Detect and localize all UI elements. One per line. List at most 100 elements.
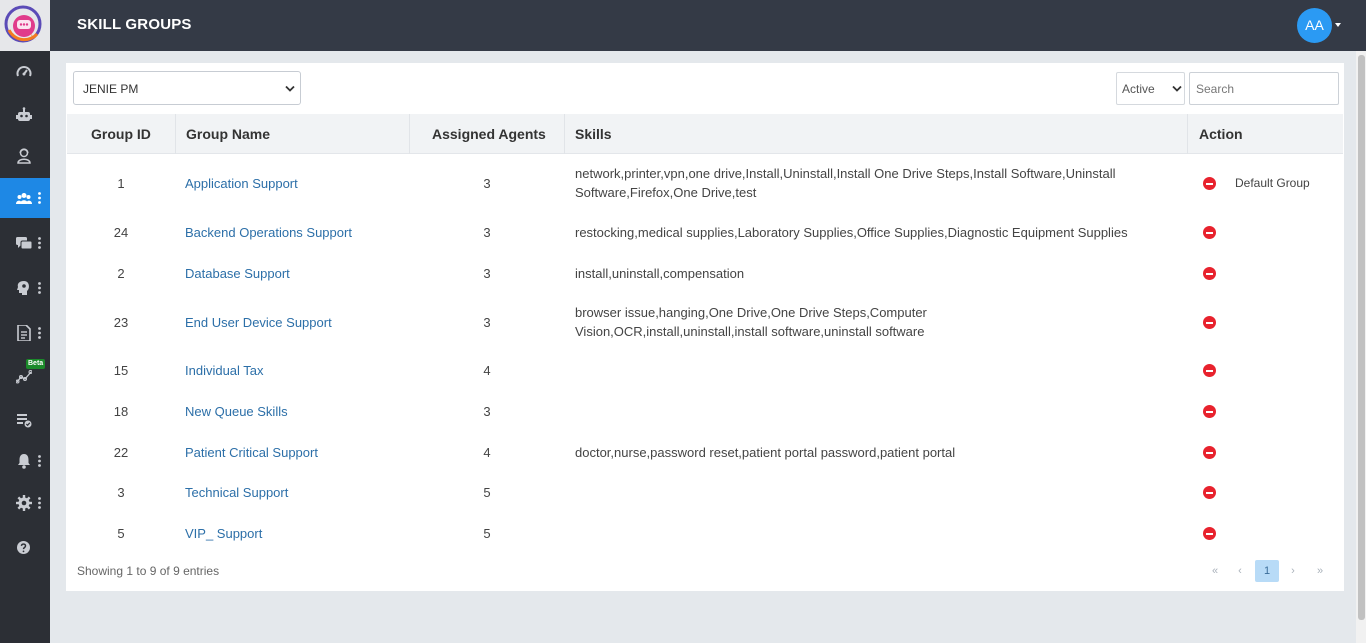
assigned-agents: 4 (483, 363, 491, 378)
sidebar-item-help[interactable] (0, 528, 50, 568)
question-icon (17, 541, 30, 554)
sidebar-item-agents[interactable] (0, 136, 50, 176)
group-name-link[interactable]: New Queue Skills (185, 402, 288, 421)
graph-icon (16, 370, 32, 384)
scrollbar-thumb[interactable] (1358, 55, 1365, 620)
remove-group-icon[interactable] (1203, 177, 1216, 190)
remove-group-icon[interactable] (1203, 486, 1216, 499)
more-menu-icon[interactable] (38, 497, 41, 509)
remove-group-icon[interactable] (1203, 364, 1216, 377)
remove-group-icon[interactable] (1203, 316, 1216, 329)
group-id: 24 (113, 225, 129, 240)
chevron-down-icon (285, 85, 295, 92)
group-name-link[interactable]: End User Device Support (185, 313, 332, 332)
speedometer-icon (16, 66, 32, 77)
bell-icon (18, 454, 30, 469)
group-name-link[interactable]: Patient Critical Support (185, 443, 318, 462)
pagination-previous[interactable]: ‹ (1228, 560, 1252, 582)
group-name-link[interactable]: Database Support (185, 264, 290, 283)
column-header-skills[interactable]: Skills (575, 114, 612, 154)
remove-group-icon[interactable] (1203, 226, 1216, 239)
sidebar-item-knowledge[interactable] (0, 268, 50, 308)
pagination-page-1[interactable]: 1 (1255, 560, 1279, 582)
assigned-agents: 3 (483, 315, 491, 330)
sidebar-item-skill-groups[interactable] (0, 178, 50, 218)
column-header-assigned-agents[interactable]: Assigned Agents (432, 114, 546, 154)
sidebar: Beta (0, 0, 50, 643)
table-info: Showing 1 to 9 of 9 entries (77, 564, 220, 578)
document-icon (17, 325, 31, 341)
group-id: 18 (113, 404, 129, 419)
page-title: SKILL GROUPS (77, 16, 192, 33)
search-input[interactable] (1189, 72, 1339, 105)
group-name-link[interactable]: Application Support (185, 174, 298, 193)
sidebar-item-conversations[interactable] (0, 223, 50, 263)
remove-group-icon[interactable] (1203, 405, 1216, 418)
remove-group-icon[interactable] (1203, 446, 1216, 459)
user-avatar[interactable]: AA (1297, 8, 1332, 43)
group-name-link[interactable]: Individual Tax (185, 361, 264, 380)
agent-icon (17, 148, 31, 164)
pagination-next[interactable]: › (1281, 560, 1305, 582)
group-name-link[interactable]: VIP_ Support (185, 524, 262, 543)
group-id: 15 (113, 363, 129, 378)
group-id: 23 (113, 315, 129, 330)
more-menu-icon[interactable] (38, 327, 41, 339)
sidebar-item-dashboard[interactable] (0, 52, 50, 92)
more-menu-icon[interactable] (38, 455, 41, 467)
group-name-link[interactable]: Technical Support (185, 483, 288, 502)
app-logo[interactable] (0, 0, 50, 51)
top-bar: SKILL GROUPS AA (50, 0, 1366, 51)
group-id: 1 (117, 176, 125, 191)
sidebar-item-reports[interactable] (0, 313, 50, 353)
users-group-icon (16, 193, 32, 204)
more-menu-icon[interactable] (38, 237, 41, 249)
group-id: 2 (117, 266, 125, 281)
more-menu-icon[interactable] (38, 192, 41, 204)
sidebar-item-notifications[interactable] (0, 441, 50, 481)
assigned-agents: 5 (483, 526, 491, 541)
column-divider (1187, 114, 1188, 154)
skill-groups-card: JENIE PM Active Group ID Group Name Assi… (66, 63, 1344, 591)
remove-group-icon[interactable] (1203, 527, 1216, 540)
assigned-agents: 3 (483, 176, 491, 191)
gear-icon (16, 495, 32, 511)
sidebar-item-tasks[interactable] (0, 400, 50, 440)
column-divider (564, 114, 565, 154)
skills-list: install,uninstall,compensation (575, 266, 745, 281)
group-id: 22 (113, 445, 129, 460)
logo-icon (4, 5, 42, 43)
group-name-link[interactable]: Backend Operations Support (185, 223, 352, 242)
chat-icon (16, 237, 32, 250)
list-check-icon (17, 414, 32, 428)
caret-down-icon[interactable] (1335, 23, 1341, 27)
skills-list: browser issue,hanging,One Drive,One Driv… (575, 305, 927, 339)
pagination-last[interactable]: » (1308, 560, 1332, 582)
chevron-down-icon (1172, 85, 1182, 92)
assigned-agents: 3 (483, 266, 491, 281)
skills-list: doctor,nurse,password reset,patient port… (575, 445, 956, 460)
remove-group-icon[interactable] (1203, 267, 1216, 280)
more-menu-icon[interactable] (38, 282, 41, 294)
skills-list: network,printer,vpn,one drive,Install,Un… (575, 166, 1116, 200)
group-id: 3 (117, 485, 125, 500)
assigned-agents: 5 (483, 485, 491, 500)
group-id: 5 (117, 526, 125, 541)
column-divider (409, 114, 410, 154)
column-header-action: Action (1199, 126, 1243, 142)
assigned-agents: 3 (483, 225, 491, 240)
project-select-value: JENIE PM (83, 82, 139, 96)
table-header: Group ID Group Name Assigned Agents Skil… (67, 114, 1343, 154)
default-group-label: Default Group (1235, 176, 1310, 190)
column-header-group-id[interactable]: Group ID (91, 114, 151, 154)
pagination-first[interactable]: « (1203, 560, 1227, 582)
sidebar-item-analytics[interactable]: Beta (0, 356, 50, 396)
sidebar-item-settings[interactable] (0, 483, 50, 523)
status-select[interactable]: Active (1116, 72, 1185, 105)
assigned-agents: 4 (483, 445, 491, 460)
sidebar-item-bots[interactable] (0, 95, 50, 135)
assigned-agents: 3 (483, 404, 491, 419)
project-select[interactable]: JENIE PM (73, 71, 301, 105)
status-select-value: Active (1122, 82, 1155, 96)
column-header-group-name[interactable]: Group Name (186, 114, 270, 154)
